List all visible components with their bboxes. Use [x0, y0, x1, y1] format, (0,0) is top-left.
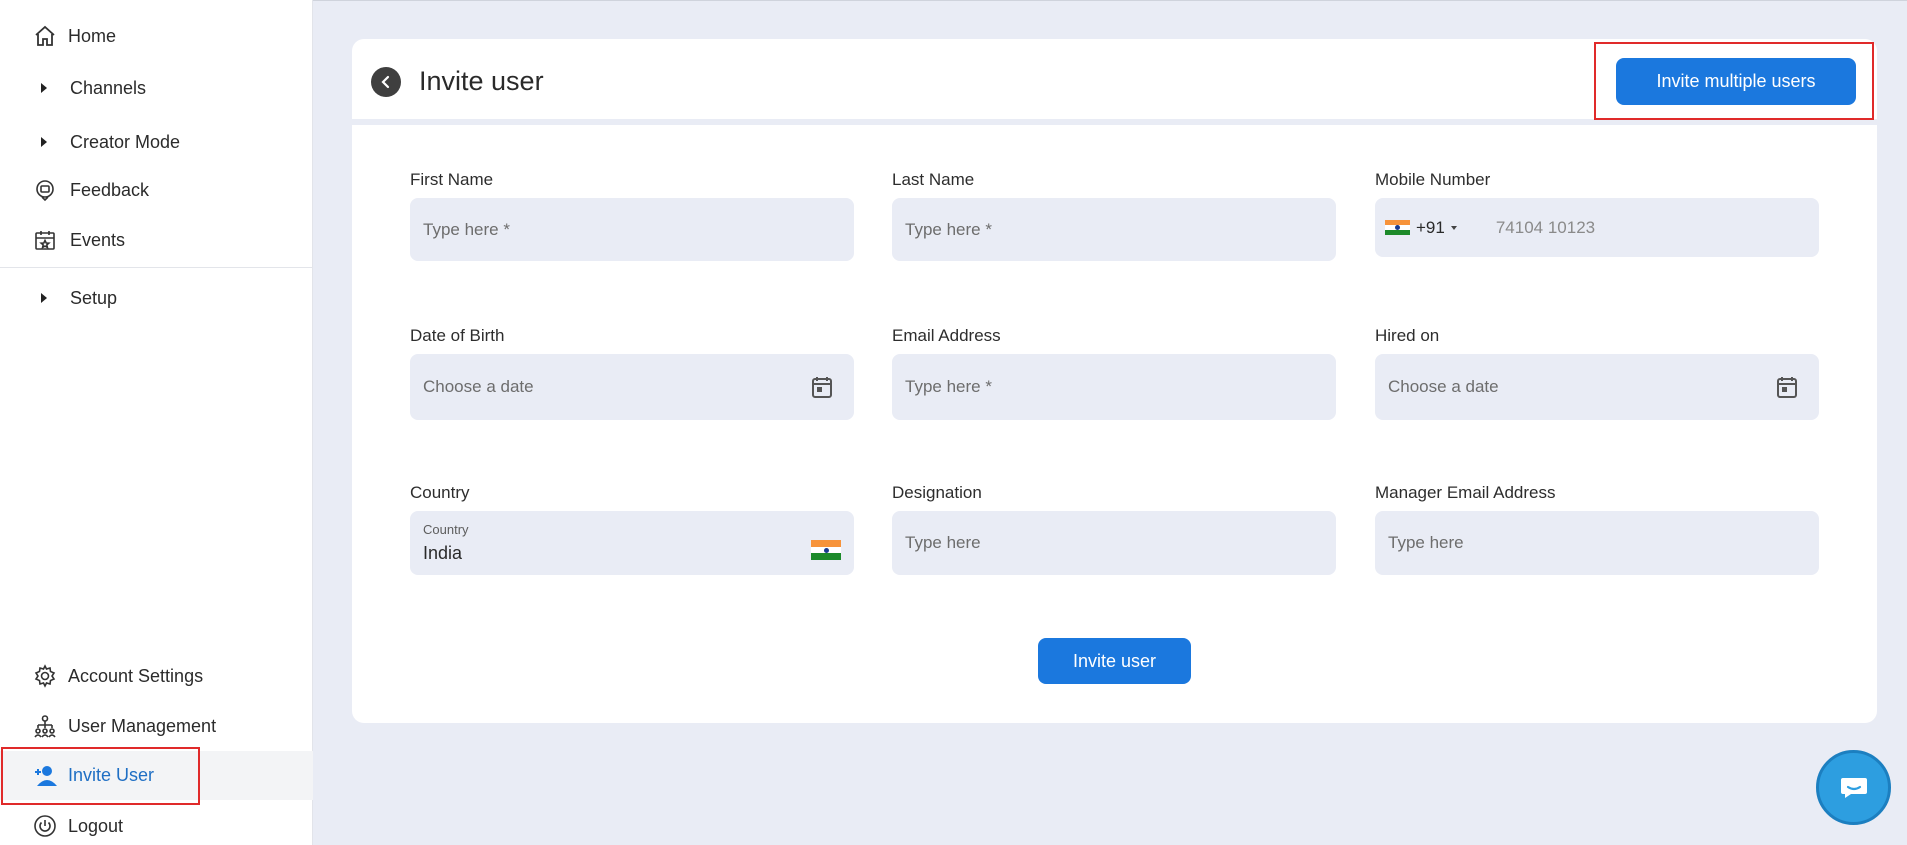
page-title: Invite user — [419, 66, 544, 96]
hired-on-placeholder: Choose a date — [1388, 377, 1499, 396]
hired-on-label: Hired on — [1375, 326, 1440, 345]
back-button[interactable] — [371, 67, 401, 97]
dob-placeholder: Choose a date — [423, 377, 534, 396]
sidebar-item-account-settings[interactable]: Account Settings — [0, 656, 313, 696]
sidebar-item-label: Invite User — [68, 765, 155, 785]
email-placeholder: Type here * — [905, 377, 992, 396]
sidebar-item-creator-mode[interactable]: Creator Mode — [0, 122, 313, 162]
caret-down-icon — [1450, 225, 1457, 230]
org-chart-icon — [32, 713, 58, 739]
last-name-label: Last Name — [892, 170, 975, 189]
chevron-left-icon — [381, 75, 390, 89]
first-name-label: First Name — [410, 170, 494, 189]
designation-field[interactable]: Type here — [892, 511, 1336, 575]
add-user-icon — [32, 763, 58, 789]
gear-icon — [32, 663, 58, 689]
caret-right-icon — [40, 82, 50, 94]
power-icon — [32, 813, 58, 839]
sidebar-item-channels[interactable]: Channels — [0, 68, 313, 108]
sidebar-item-label: Feedback — [70, 179, 150, 200]
manager-email-field[interactable]: Type here — [1375, 511, 1819, 575]
country-label: Country — [410, 483, 470, 502]
dob-field[interactable]: Choose a date — [410, 354, 854, 420]
invite-multiple-users-button[interactable]: Invite multiple users — [1616, 58, 1856, 105]
calendar-icon[interactable] — [1777, 376, 1797, 398]
calendar-star-icon — [32, 227, 58, 253]
last-name-field[interactable]: Type here * — [892, 198, 1336, 261]
calendar-icon[interactable] — [812, 376, 832, 398]
chat-button[interactable] — [1816, 750, 1891, 825]
india-flag-icon — [811, 540, 841, 560]
sidebar-item-setup[interactable]: Setup — [0, 278, 313, 318]
country-select[interactable]: Country India — [410, 511, 854, 575]
first-name-placeholder: Type here * — [423, 219, 510, 239]
sidebar-item-logout[interactable]: Logout — [0, 806, 313, 845]
designation-placeholder: Type here — [905, 533, 981, 552]
card-header: Invite user Invite multiple users — [352, 39, 1877, 125]
country-code: +91 — [1416, 217, 1445, 237]
sidebar-item-invite-user[interactable]: Invite User — [0, 751, 313, 800]
dob-label: Date of Birth — [410, 326, 505, 345]
india-flag-icon — [1385, 219, 1410, 236]
sidebar-item-label: Creator Mode — [70, 131, 181, 152]
sidebar-item-label: Account Settings — [68, 665, 204, 686]
sidebar-item-label: Logout — [68, 815, 124, 836]
feedback-icon — [32, 177, 58, 203]
sidebar: Home Channels Creator Mode Feedback Even… — [0, 0, 313, 845]
sidebar-item-label: Channels — [70, 77, 147, 98]
hired-on-field[interactable]: Choose a date — [1375, 354, 1819, 420]
mobile-number-label: Mobile Number — [1375, 170, 1491, 189]
sidebar-item-home[interactable]: Home — [0, 16, 313, 56]
home-icon — [32, 23, 58, 49]
email-label: Email Address — [892, 326, 1001, 345]
manager-email-placeholder: Type here — [1388, 533, 1464, 552]
sidebar-item-feedback[interactable]: Feedback — [0, 170, 313, 210]
sidebar-item-label: Setup — [70, 287, 118, 308]
sidebar-item-label: Events — [70, 229, 126, 250]
mobile-number-placeholder: 74104 10123 — [1495, 217, 1596, 237]
invite-user-button[interactable]: Invite user — [1038, 638, 1191, 684]
chat-icon — [1840, 777, 1867, 798]
caret-right-icon — [40, 292, 50, 304]
country-value: India — [423, 543, 463, 563]
sidebar-divider — [0, 267, 313, 268]
sidebar-item-label: User Management — [68, 715, 217, 736]
first-name-field[interactable]: Type here * — [410, 198, 854, 261]
invite-user-card: Invite user Invite multiple users First … — [352, 39, 1877, 723]
manager-email-label: Manager Email Address — [1375, 483, 1556, 502]
sidebar-item-label: Home — [68, 25, 117, 46]
designation-label: Designation — [892, 483, 982, 502]
email-field[interactable]: Type here * — [892, 354, 1336, 420]
last-name-placeholder: Type here * — [905, 219, 992, 239]
sidebar-item-events[interactable]: Events — [0, 220, 313, 260]
sidebar-item-user-management[interactable]: User Management — [0, 706, 313, 746]
country-inner-label: Country — [423, 522, 469, 537]
mobile-number-field[interactable]: +91 74104 10123 — [1375, 198, 1819, 257]
country-code-select[interactable]: +91 — [1385, 218, 1458, 238]
caret-right-icon — [40, 136, 50, 148]
